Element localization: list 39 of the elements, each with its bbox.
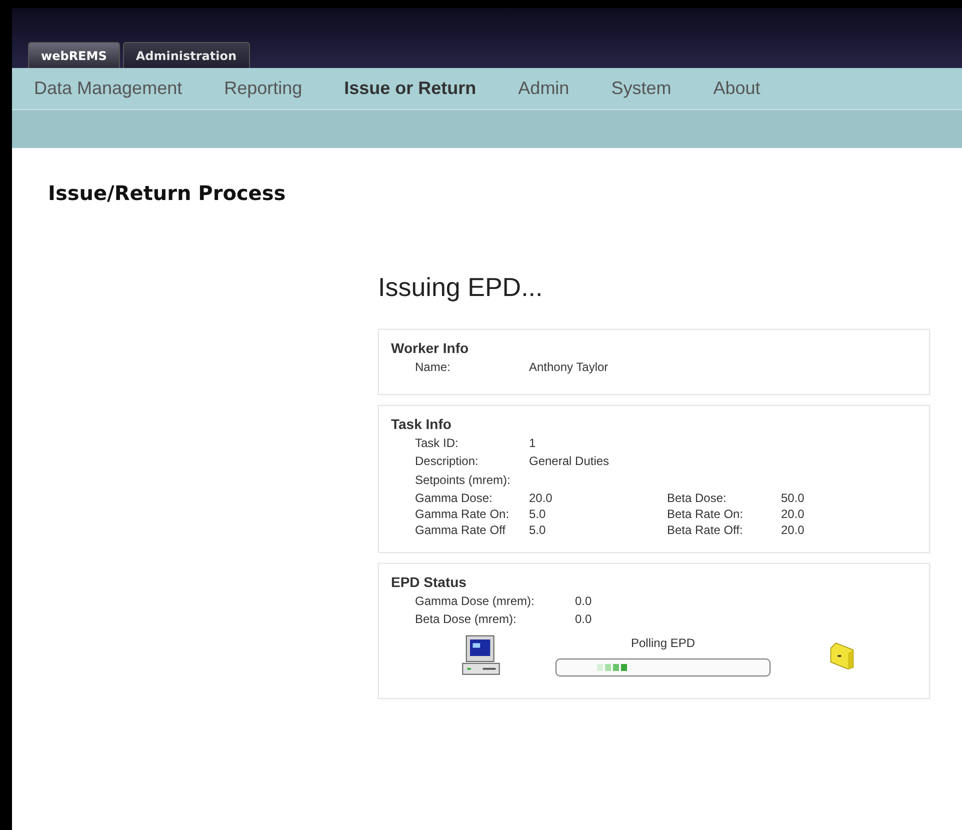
field-label: Beta Dose (mrem):: [415, 611, 518, 628]
field-label: Gamma Dose:: [415, 490, 494, 506]
field-value: 20.0: [529, 490, 554, 506]
menu-item[interactable]: Issue or Return: [344, 75, 476, 102]
field-label: Name:: [415, 359, 452, 376]
menu-item[interactable]: Data Management: [34, 75, 182, 102]
menu-item[interactable]: Reporting: [224, 75, 302, 102]
field-label: Beta Dose:: [667, 490, 728, 506]
status-heading: Issuing EPD...: [378, 271, 544, 304]
field-value: General Duties: [529, 453, 610, 470]
field-value: 1: [529, 435, 536, 452]
field-label: Description:: [415, 453, 480, 470]
app-tab[interactable]: webREMS: [28, 42, 120, 68]
field-value: 5.0: [529, 506, 547, 522]
panel-title: EPD Status: [391, 573, 468, 592]
field-value: 50.0: [781, 490, 804, 506]
progress-label: Polling EPD: [630, 635, 696, 652]
field-label: Setpoints (mrem):: [415, 473, 510, 487]
panel-title: Worker Info: [391, 339, 470, 358]
field-value: 0.0: [575, 593, 592, 610]
app-tab[interactable]: Administration: [122, 42, 250, 68]
field-label: Gamma Rate Off: [415, 522, 506, 538]
page-title: Issue/Return Process: [48, 180, 287, 207]
field-value: 0.0: [575, 611, 592, 628]
menu-item[interactable]: System: [611, 75, 672, 102]
device-icon: [829, 641, 855, 671]
field-value: 5.0: [529, 522, 547, 538]
panel-title: Task Info: [391, 415, 452, 434]
menu-item[interactable]: About: [713, 75, 760, 102]
field-label: Gamma Rate On:: [415, 506, 510, 522]
field-value: 20.0: [781, 506, 804, 522]
field-label: Gamma Dose (mrem):: [415, 593, 536, 610]
computer-icon: [459, 634, 503, 678]
field-label: Beta Rate Off:: [667, 522, 744, 538]
menu-item[interactable]: Admin: [518, 75, 570, 102]
field-label: Beta Rate On:: [667, 506, 744, 522]
field-value: Anthony Taylor: [529, 359, 608, 376]
field-label: Task ID:: [415, 435, 460, 452]
field-value: 20.0: [781, 522, 804, 538]
